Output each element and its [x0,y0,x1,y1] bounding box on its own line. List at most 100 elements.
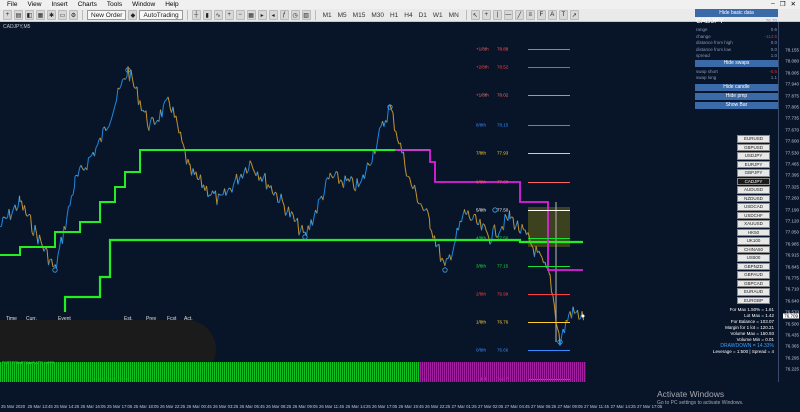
symbol-button-xauusd[interactable]: XAUUSD [737,220,770,228]
symbol-button-eurjpy[interactable]: EURJPY [737,160,770,168]
indicator-bar [176,362,178,382]
indicator-bar [712,362,714,382]
hide-pmp-button[interactable]: Hide pmp [695,92,778,100]
price-segment [0,225,2,228]
indicator-bar [476,362,478,382]
hide-swaps-button[interactable]: Hide swaps [695,59,778,67]
indicator-bar [584,362,586,382]
market-watch-icon[interactable]: ◧ [25,10,34,20]
restore-icon[interactable]: ❐ [780,0,786,9]
price-segment [200,174,203,189]
cursor-icon[interactable]: ↖ [470,10,480,20]
price-segment [33,225,36,236]
close-icon[interactable]: ✕ [791,0,796,9]
price-segment [16,206,19,212]
chart-area[interactable]: CADJPY,M5 +1/8th 78.88 +2/8th 78.52 +1/8th 78… [0,22,778,382]
symbol-button-gbpjpy[interactable]: GBPJPY [737,169,770,177]
symbol-button-audusd[interactable]: AUDUSD [737,186,770,194]
templates-icon[interactable]: ▥ [301,10,311,20]
indicator-bar [764,362,766,382]
timeframe-m30[interactable]: M30 [368,10,387,20]
symbol-button-gbpnzd[interactable]: GBPNZD [737,262,770,270]
timeframe-m15[interactable]: M15 [350,10,369,20]
new-chart-icon[interactable]: + [3,10,12,20]
navigator-icon[interactable]: ✱ [47,10,56,20]
menu-item-file[interactable]: File [2,1,22,8]
symbol-button-cadjpy[interactable]: CADJPY [737,177,770,185]
menu-item-charts[interactable]: Charts [73,1,102,8]
fibonacci-icon[interactable]: F [536,10,546,20]
symbol-button-gbpusd[interactable]: GBPUSD [737,143,770,151]
zoom-out-icon[interactable]: − [235,10,245,20]
hide-basic-button[interactable]: Hide basic data [695,9,778,17]
chart-shift-icon[interactable]: ◂ [268,10,278,20]
indicator-bar [644,362,646,382]
symbol-button-euraud[interactable]: EURAUD [737,288,770,296]
timeframe-m5[interactable]: M5 [335,10,350,20]
channel-icon[interactable]: ≡ [525,10,535,20]
price-segment [350,176,353,179]
timeframe-h1[interactable]: H1 [387,10,401,20]
indicators-icon[interactable]: ƒ [279,10,289,20]
autoscroll-icon[interactable]: ▸ [257,10,267,20]
timeframe-mn[interactable]: MN [446,10,462,20]
indicator-bar [652,362,654,382]
terminal-icon[interactable]: ▭ [58,10,67,20]
show-bar-button[interactable]: Show Bar [695,101,778,109]
timeframe-h4[interactable]: H4 [401,10,415,20]
line-chart-icon[interactable]: ∿ [213,10,223,20]
price-axis[interactable]: 78.155 78.080 78.005 77.940 77.875 77.805 77.7… [778,22,800,382]
data-window-icon[interactable]: ▦ [36,10,45,20]
text-icon[interactable]: A [547,10,557,20]
price-segment [57,247,60,255]
vertical-line-icon[interactable]: | [492,10,502,20]
hide-candle-button[interactable]: Hide candle [695,83,778,91]
horizontal-line-icon[interactable]: — [503,10,513,20]
symbol-button-gbpcad[interactable]: GBPCAD [737,279,770,287]
price-segment [309,219,312,231]
symbol-button-gbpaud[interactable]: GBPAUD [737,271,770,279]
indicator-bar [600,362,602,382]
symbol-button-nzdusd[interactable]: NZDUSD [737,194,770,202]
indicator-bar [534,362,536,382]
profiles-icon[interactable]: ▤ [14,10,23,20]
menu-item-view[interactable]: View [22,1,46,8]
symbol-button-us500[interactable]: US500 [737,254,770,262]
label-icon[interactable]: T [558,10,568,20]
indicator-bar [202,362,204,382]
bar-chart-icon[interactable]: ┼ [191,10,201,20]
timeframe-w1[interactable]: W1 [430,10,446,20]
periods-icon[interactable]: ◷ [290,10,300,20]
candlestick-icon[interactable]: ▮ [202,10,212,20]
symbol-button-usdchf[interactable]: USDCHF [737,211,770,219]
tester-icon[interactable]: ⚙ [69,10,78,20]
timeframe-d1[interactable]: D1 [416,10,430,20]
autotrading-button[interactable]: AutoTrading [139,10,183,20]
symbol-button-usdjpy[interactable]: USDJPY [737,152,770,160]
symbol-button-eurgbp[interactable]: EURGBP [737,296,770,304]
menu-item-insert[interactable]: Insert [46,1,72,8]
symbol-button-eurusd[interactable]: EURUSD [737,135,770,143]
symbol-button-uk100[interactable]: UK100 [737,237,770,245]
trendline-icon[interactable]: ╱ [514,10,524,20]
symbol-button-hk50[interactable]: HK50 [737,228,770,236]
minimize-icon[interactable]: – [771,0,775,9]
menu-item-help[interactable]: Help [160,1,183,8]
indicator-bar [392,362,394,382]
symbol-button-china50[interactable]: CHINA50 [737,245,770,253]
menu-item-window[interactable]: Window [127,1,160,8]
symbol-button-usdcad[interactable]: USDCAD [737,203,770,211]
price-segment [431,230,434,239]
indicator-bar [90,362,92,382]
timeframe-m1[interactable]: M1 [320,10,335,20]
indicator-bar [486,362,488,382]
arrows-icon[interactable]: ↗ [569,10,579,20]
zoom-in-icon[interactable]: + [224,10,234,20]
indicator-bar [594,362,596,382]
price-segment [450,253,453,261]
new-order-button[interactable]: New Order [87,10,127,20]
crosshair-icon[interactable]: + [481,10,491,20]
menu-item-tools[interactable]: Tools [102,1,127,8]
metaeditor-icon[interactable]: ◆ [128,10,138,20]
tile-windows-icon[interactable]: ▦ [246,10,256,20]
